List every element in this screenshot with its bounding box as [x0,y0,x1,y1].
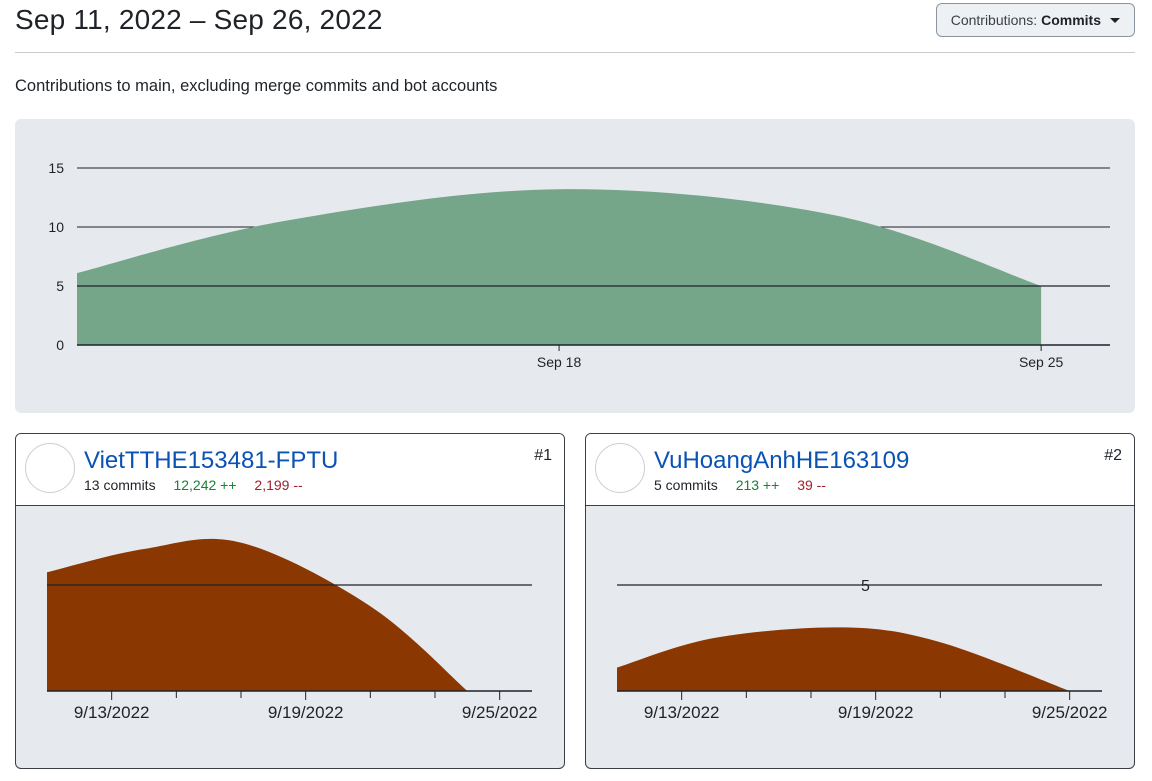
additions-count: 213 ++ [735,477,780,493]
contributor-username-link[interactable]: VuHoangAnhHE163109 [654,447,909,475]
overall-chart-svg: 0 5 10 15 Sep 18 Sep 25 [48,160,1110,370]
contributor-card-header: VietTTHE153481-FPTU 13 commits 12,242 ++… [16,434,564,506]
contributor-card: VuHoangAnhHE163109 5 commits 213 ++ 39 -… [585,433,1135,769]
commit-count: 5 commits [654,477,718,493]
x-tick-label: 9/19/2022 [268,703,344,722]
contributor-card-header: VuHoangAnhHE163109 5 commits 213 ++ 39 -… [586,434,1134,506]
gridline-label: 5 [861,578,870,595]
area-series [617,627,1070,691]
contributions-type-dropdown[interactable]: Contributions: Commits [935,3,1135,37]
deletions-count: 39 -- [797,477,826,493]
x-tick-label: Sep 25 [1019,354,1064,370]
contributor-username-link[interactable]: VietTTHE153481-FPTU [84,447,338,475]
contributions-subtitle: Contributions to main, excluding merge c… [15,77,498,95]
area-series [47,538,468,691]
additions-count: 12,242 ++ [173,477,237,493]
x-tick-label: Sep 18 [537,354,582,370]
contributor-rank: #2 [1104,447,1122,464]
dropdown-value: Commits [1041,12,1101,28]
contributor-chart-svg: 5 9/13/2022 9/19/2022 9/25/2022 [617,578,1108,722]
x-tick-label: 9/13/2022 [644,703,720,722]
y-tick-label: 10 [48,219,64,235]
deletions-count: 2,199 -- [254,477,303,493]
avatar[interactable] [595,443,645,493]
commit-count: 13 commits [84,477,156,493]
area-series [77,189,1042,345]
y-tick-label: 0 [56,337,64,353]
x-tick-label: 9/25/2022 [462,703,538,722]
contributor-stats: 13 commits 12,242 ++ 2,199 -- [84,477,303,493]
x-tick-label: 9/13/2022 [74,703,150,722]
contributor-rank: #1 [534,447,552,464]
caret-down-icon [1110,17,1120,23]
avatar[interactable] [25,443,75,493]
contributor-chart-svg: 9/13/2022 9/19/2022 9/25/2022 [47,538,538,722]
x-tick-label: 9/19/2022 [838,703,914,722]
y-tick-label: 5 [56,278,64,294]
page-header: Sep 11, 2022 – Sep 26, 2022 Contribution… [15,0,1135,53]
x-tick-label: 9/25/2022 [1032,703,1108,722]
dropdown-prefix: Contributions: [950,12,1038,28]
overall-contributions-chart: 0 5 10 15 Sep 18 Sep 25 [15,119,1135,413]
date-range-title: Sep 11, 2022 – Sep 26, 2022 [15,4,383,35]
contributor-card: VietTTHE153481-FPTU 13 commits 12,242 ++… [15,433,565,769]
contributor-stats: 5 commits 213 ++ 39 -- [654,477,826,493]
y-tick-label: 15 [48,160,64,176]
